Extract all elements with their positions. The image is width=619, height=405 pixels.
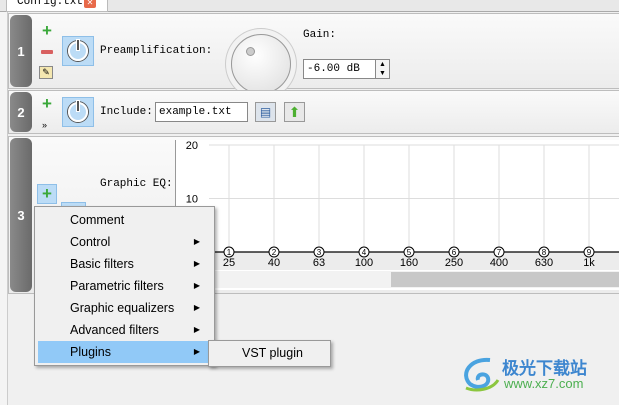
menu-item-basic-filters[interactable]: Basic filters ▶ bbox=[38, 253, 212, 275]
eq-plot[interactable]: 20100251402633100416052506400763081k9 bbox=[176, 140, 619, 290]
y-tick-label: 20 bbox=[186, 140, 198, 152]
band-number: 2 bbox=[272, 248, 277, 257]
preamp-label: Preamplification: bbox=[100, 45, 213, 57]
x-tick-label: 1k bbox=[583, 257, 595, 269]
x-tick-label: 160 bbox=[400, 257, 418, 269]
x-tick-label: 630 bbox=[535, 257, 553, 269]
band-number: 3 bbox=[317, 248, 322, 257]
band-number: 1 bbox=[227, 248, 232, 257]
plugins-submenu-item-vst[interactable]: VST plugin bbox=[208, 340, 331, 367]
menu-item-parametric-filters[interactable]: Parametric filters ▶ bbox=[38, 275, 212, 297]
menu-item-label: Plugins bbox=[70, 345, 111, 359]
band-number: 5 bbox=[407, 248, 412, 257]
submenu-arrow-icon: ▶ bbox=[193, 237, 200, 246]
row-number[interactable]: 3 bbox=[10, 138, 32, 292]
graphic-eq-chart[interactable]: 20100251402633100416052506400763081k9 bbox=[175, 140, 619, 290]
menu-item-control[interactable]: Control ▶ bbox=[38, 231, 212, 253]
submenu-arrow-icon: ▶ bbox=[193, 303, 200, 312]
x-tick-label: 250 bbox=[445, 257, 463, 269]
gain-spinner[interactable]: ▲ ▼ bbox=[375, 59, 390, 79]
include-label: Include: bbox=[100, 106, 153, 118]
menu-item-comment[interactable]: Comment bbox=[38, 209, 212, 231]
open-include-arrow-icon[interactable]: ⬆ bbox=[284, 102, 305, 122]
menu-item-label: Basic filters bbox=[70, 257, 134, 271]
filter-row-2: 2 + » Include: example.txt ▤ ⬆ bbox=[8, 90, 619, 134]
open-file-icon[interactable]: ▤ bbox=[255, 102, 276, 122]
band-number: 8 bbox=[542, 248, 547, 257]
edit-icon[interactable]: ✎ bbox=[39, 66, 53, 79]
y-tick-label: 10 bbox=[186, 194, 198, 206]
gain-label: Gain: bbox=[303, 29, 337, 41]
band-number: 7 bbox=[497, 248, 502, 257]
x-tick-label: 40 bbox=[268, 257, 280, 269]
x-tick-label: 400 bbox=[490, 257, 508, 269]
menu-item-label: VST plugin bbox=[242, 346, 303, 360]
add-icon[interactable]: + bbox=[40, 22, 54, 39]
menu-item-graphic-equalizers[interactable]: Graphic equalizers ▶ bbox=[38, 297, 212, 319]
row-number[interactable]: 1 bbox=[10, 15, 32, 87]
tab-bar: Config.txt ✕ bbox=[0, 0, 619, 12]
menu-item-label: Advanced filters bbox=[70, 323, 159, 337]
menu-item-advanced-filters[interactable]: Advanced filters ▶ bbox=[38, 319, 212, 341]
expand-icon[interactable]: » bbox=[42, 120, 47, 130]
scrollbar-thumb[interactable] bbox=[391, 272, 619, 287]
menu-item-plugins[interactable]: Plugins ▶ bbox=[38, 341, 212, 363]
watermark-url: www.xz7.com bbox=[504, 376, 584, 391]
filter-row-1: 1 + ✎ Preamplification: Gain: -6.00 dB ▲… bbox=[8, 13, 619, 94]
x-tick-label: 100 bbox=[355, 257, 373, 269]
submenu-arrow-icon: ▶ bbox=[193, 347, 200, 356]
x-tick-label: 63 bbox=[313, 257, 325, 269]
x-tick-label: 25 bbox=[223, 257, 235, 269]
row-number[interactable]: 2 bbox=[10, 92, 32, 132]
menu-item-label: Parametric filters bbox=[70, 279, 164, 293]
add-icon[interactable]: + bbox=[37, 184, 57, 204]
menu-item-label: Control bbox=[70, 235, 111, 249]
menu-item-label: Graphic equalizers bbox=[70, 301, 175, 315]
tab-title: Config.txt bbox=[17, 0, 84, 8]
submenu-arrow-icon: ▶ bbox=[193, 281, 200, 290]
add-icon[interactable]: + bbox=[40, 95, 54, 112]
left-panel bbox=[0, 12, 8, 405]
band-number: 6 bbox=[452, 248, 457, 257]
graphic-eq-label: Graphic EQ: bbox=[100, 178, 173, 190]
power-toggle-icon[interactable] bbox=[62, 97, 94, 127]
include-file-input[interactable]: example.txt bbox=[155, 102, 248, 122]
submenu-arrow-icon: ▶ bbox=[193, 325, 200, 334]
gain-knob[interactable] bbox=[231, 34, 291, 94]
add-filter-menu: Comment Control ▶ Basic filters ▶ Parametric … bbox=[34, 206, 215, 366]
menu-item-label: Comment bbox=[70, 213, 125, 227]
band-number: 4 bbox=[362, 248, 367, 257]
close-tab-icon[interactable]: ✕ bbox=[84, 0, 96, 8]
power-toggle-icon[interactable] bbox=[62, 36, 94, 66]
remove-icon[interactable] bbox=[41, 50, 53, 54]
submenu-arrow-icon: ▶ bbox=[193, 259, 200, 268]
band-number: 9 bbox=[587, 248, 592, 257]
gain-input[interactable]: -6.00 dB bbox=[303, 59, 376, 79]
